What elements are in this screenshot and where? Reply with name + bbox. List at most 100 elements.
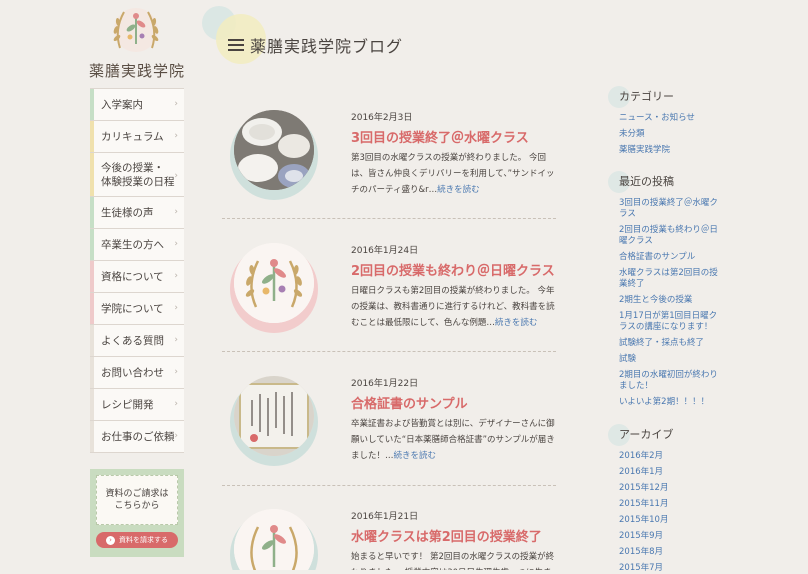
certificate-photo-icon	[234, 376, 314, 456]
recent-post-link[interactable]: 3回目の授業終了＠水曜クラス	[619, 198, 720, 220]
chevron-right-icon: ›	[174, 334, 178, 345]
category-link[interactable]: ニュース・お知らせ	[619, 113, 720, 124]
chevron-right-icon: ›	[174, 366, 178, 377]
post-thumbnail[interactable]	[230, 509, 318, 570]
post-title-link[interactable]: 合格証書のサンプル	[351, 393, 468, 412]
post-date: 2016年1月22日	[351, 379, 419, 389]
sidebar-archive: アーカイブ 2016年2月 2016年1月 2015年12月 2015年11月 …	[608, 424, 720, 574]
nav-label: カリキュラム	[101, 131, 164, 143]
nav-item-testimonials[interactable]: 生徒様の声 ›	[90, 197, 184, 229]
divider	[222, 485, 556, 486]
nav-item-faq[interactable]: よくある質問 ›	[90, 325, 184, 357]
category-link[interactable]: 薬膳実践学院	[619, 145, 720, 156]
categories-heading: カテゴリー	[608, 86, 720, 108]
nav-label: 卒業生の方へ	[101, 239, 164, 251]
site-name: 薬膳実践学院	[88, 62, 185, 80]
post-excerpt: 日曜日クラスも第2回目の授業が終わりました。 今年の授業は、教科書通りに進行する…	[351, 286, 555, 328]
list-icon	[228, 36, 244, 54]
archive-link[interactable]: 2015年7月	[619, 563, 720, 574]
archive-link[interactable]: 2015年8月	[619, 547, 720, 558]
recent-post-link[interactable]: 2回目の授業も終わり＠日曜クラス	[619, 225, 720, 247]
recent-post-link[interactable]: 2期目の水曜初回が終わりました！	[619, 370, 720, 392]
recent-post-link[interactable]: 試験終了・採点も終了	[619, 338, 720, 349]
request-brochure-button[interactable]: › 資料を請求する	[96, 532, 178, 548]
nav-label: お仕事のご依頼	[101, 431, 175, 443]
school-logo-icon	[234, 509, 314, 570]
nav-item-contact[interactable]: お問い合わせ ›	[90, 357, 184, 389]
post-title-link[interactable]: 水曜クラスは第2回目の授業終了	[351, 526, 542, 545]
archive-heading: アーカイブ	[608, 424, 720, 446]
recent-post-link[interactable]: 試験	[619, 354, 720, 365]
arrow-right-icon: ›	[106, 535, 115, 545]
nav-item-recipe[interactable]: レシピ開発 ›	[90, 389, 184, 421]
chevron-right-icon: ›	[174, 398, 178, 409]
read-more-link[interactable]: 続きを読む	[394, 451, 437, 461]
divider	[222, 351, 556, 352]
post-excerpt: 始まると早いです！ 第2回目の水曜クラスの授業が終わりました。 授業内容は30日…	[351, 552, 555, 570]
divider	[222, 218, 556, 219]
banner-text: 資料のご請求は こちらから	[96, 475, 178, 525]
category-link[interactable]: 未分類	[619, 129, 720, 140]
recent-post-link[interactable]: 水曜クラスは第2回目の授業終了	[619, 268, 720, 290]
nav-label: お問い合わせ	[101, 367, 164, 379]
nav-label: 学院について	[101, 303, 164, 315]
archive-link[interactable]: 2015年10月	[619, 515, 720, 526]
archive-link[interactable]: 2016年1月	[619, 467, 720, 478]
recent-post-link[interactable]: いよいよ第2期！！！！	[619, 397, 720, 408]
nav-item-admission[interactable]: 入学案内 ›	[90, 89, 184, 121]
nav-label: 今後の授業・ 体験授業の日程	[101, 161, 175, 188]
archive-link[interactable]: 2015年11月	[619, 499, 720, 510]
chevron-right-icon: ›	[174, 98, 178, 109]
main-nav: 入学案内 › カリキュラム › 今後の授業・ 体験授業の日程 › 生徒様の声 › 卒業生の…	[90, 88, 184, 453]
post-thumbnail[interactable]	[230, 376, 318, 466]
chevron-right-icon: ›	[174, 170, 178, 181]
nav-item-graduates[interactable]: 卒業生の方へ ›	[90, 229, 184, 261]
chevron-right-icon: ›	[174, 430, 178, 441]
archive-link[interactable]: 2015年9月	[619, 531, 720, 542]
post-title-link[interactable]: 3回目の授業終了＠水曜クラス	[351, 127, 529, 146]
chevron-right-icon: ›	[174, 270, 178, 281]
recent-post-link[interactable]: 合格証書のサンプル	[619, 252, 720, 263]
school-logo-icon	[234, 243, 314, 323]
read-more-link[interactable]: 続きを読む	[495, 318, 538, 328]
nav-label: レシピ開発	[101, 399, 154, 411]
recent-posts-heading: 最近の投稿	[608, 171, 720, 193]
post-item: 2016年1月22日 合格証書のサンプル 卒業証書および皆勤賞とは別に、デザイナ…	[222, 376, 556, 476]
nav-label: 資格について	[101, 271, 164, 283]
laurel-logo-icon	[113, 8, 159, 52]
nav-label: 入学案内	[101, 99, 143, 111]
nav-item-qualifications[interactable]: 資格について ›	[90, 261, 184, 293]
archive-link[interactable]: 2016年2月	[619, 451, 720, 462]
nav-label: 生徒様の声	[101, 207, 154, 219]
brochure-banner[interactable]: 資料のご請求は こちらから › 資料を請求する	[90, 469, 184, 557]
plates-photo-icon	[234, 110, 314, 190]
page-title: 薬膳実践学院ブログ	[228, 33, 403, 57]
sidebar-recent-posts: 最近の投稿 3回目の授業終了＠水曜クラス 2回目の授業も終わり＠日曜クラス 合格…	[608, 171, 720, 408]
post-thumbnail[interactable]	[230, 110, 318, 200]
sidebar-categories: カテゴリー ニュース・お知らせ 未分類 薬膳実践学院	[608, 86, 720, 156]
post-excerpt: 第3回目の水曜クラスの授業が終わりました。 今回は、皆さん仲良くデリバリーを利用…	[351, 153, 555, 195]
post-date: 2016年1月24日	[351, 246, 419, 256]
post-item: 2016年1月24日 2回目の授業も終わり＠日曜クラス 日曜日クラスも第2回目の…	[222, 243, 556, 343]
chevron-right-icon: ›	[174, 206, 178, 217]
post-thumbnail[interactable]	[230, 243, 318, 333]
chevron-right-icon: ›	[174, 302, 178, 313]
post-title-link[interactable]: 2回目の授業も終わり＠日曜クラス	[351, 260, 555, 279]
recent-post-link[interactable]: 1月17日が第1回目日曜クラスの講座になります！	[619, 311, 720, 333]
post-item: 2016年1月21日 水曜クラスは第2回目の授業終了 始まると早いです！ 第2回…	[222, 509, 556, 570]
nav-item-work-request[interactable]: お仕事のご依頼 ›	[90, 421, 184, 453]
nav-item-schedule[interactable]: 今後の授業・ 体験授業の日程 ›	[90, 153, 184, 197]
site-logo[interactable]: 薬膳実践学院	[88, 0, 185, 86]
read-more-link[interactable]: 続きを読む	[437, 185, 480, 195]
nav-item-about[interactable]: 学院について ›	[90, 293, 184, 325]
recent-post-link[interactable]: 2期生と今後の授業	[619, 295, 720, 306]
archive-link[interactable]: 2015年12月	[619, 483, 720, 494]
chevron-right-icon: ›	[174, 130, 178, 141]
nav-item-curriculum[interactable]: カリキュラム ›	[90, 121, 184, 153]
chevron-right-icon: ›	[174, 238, 178, 249]
post-item: 2016年2月3日 3回目の授業終了＠水曜クラス 第3回目の水曜クラスの授業が終…	[222, 110, 556, 210]
post-date: 2016年1月21日	[351, 512, 419, 522]
post-date: 2016年2月3日	[351, 113, 413, 123]
post-excerpt: 卒業証書および皆勤賞とは別に、デザイナーさんに御願いしていた“日本薬膳師合格証書…	[351, 419, 555, 461]
left-column: 薬膳実践学院 入学案内 › カリキュラム › 今後の授業・ 体験授業の日程 › 生徒様の…	[88, 0, 185, 557]
